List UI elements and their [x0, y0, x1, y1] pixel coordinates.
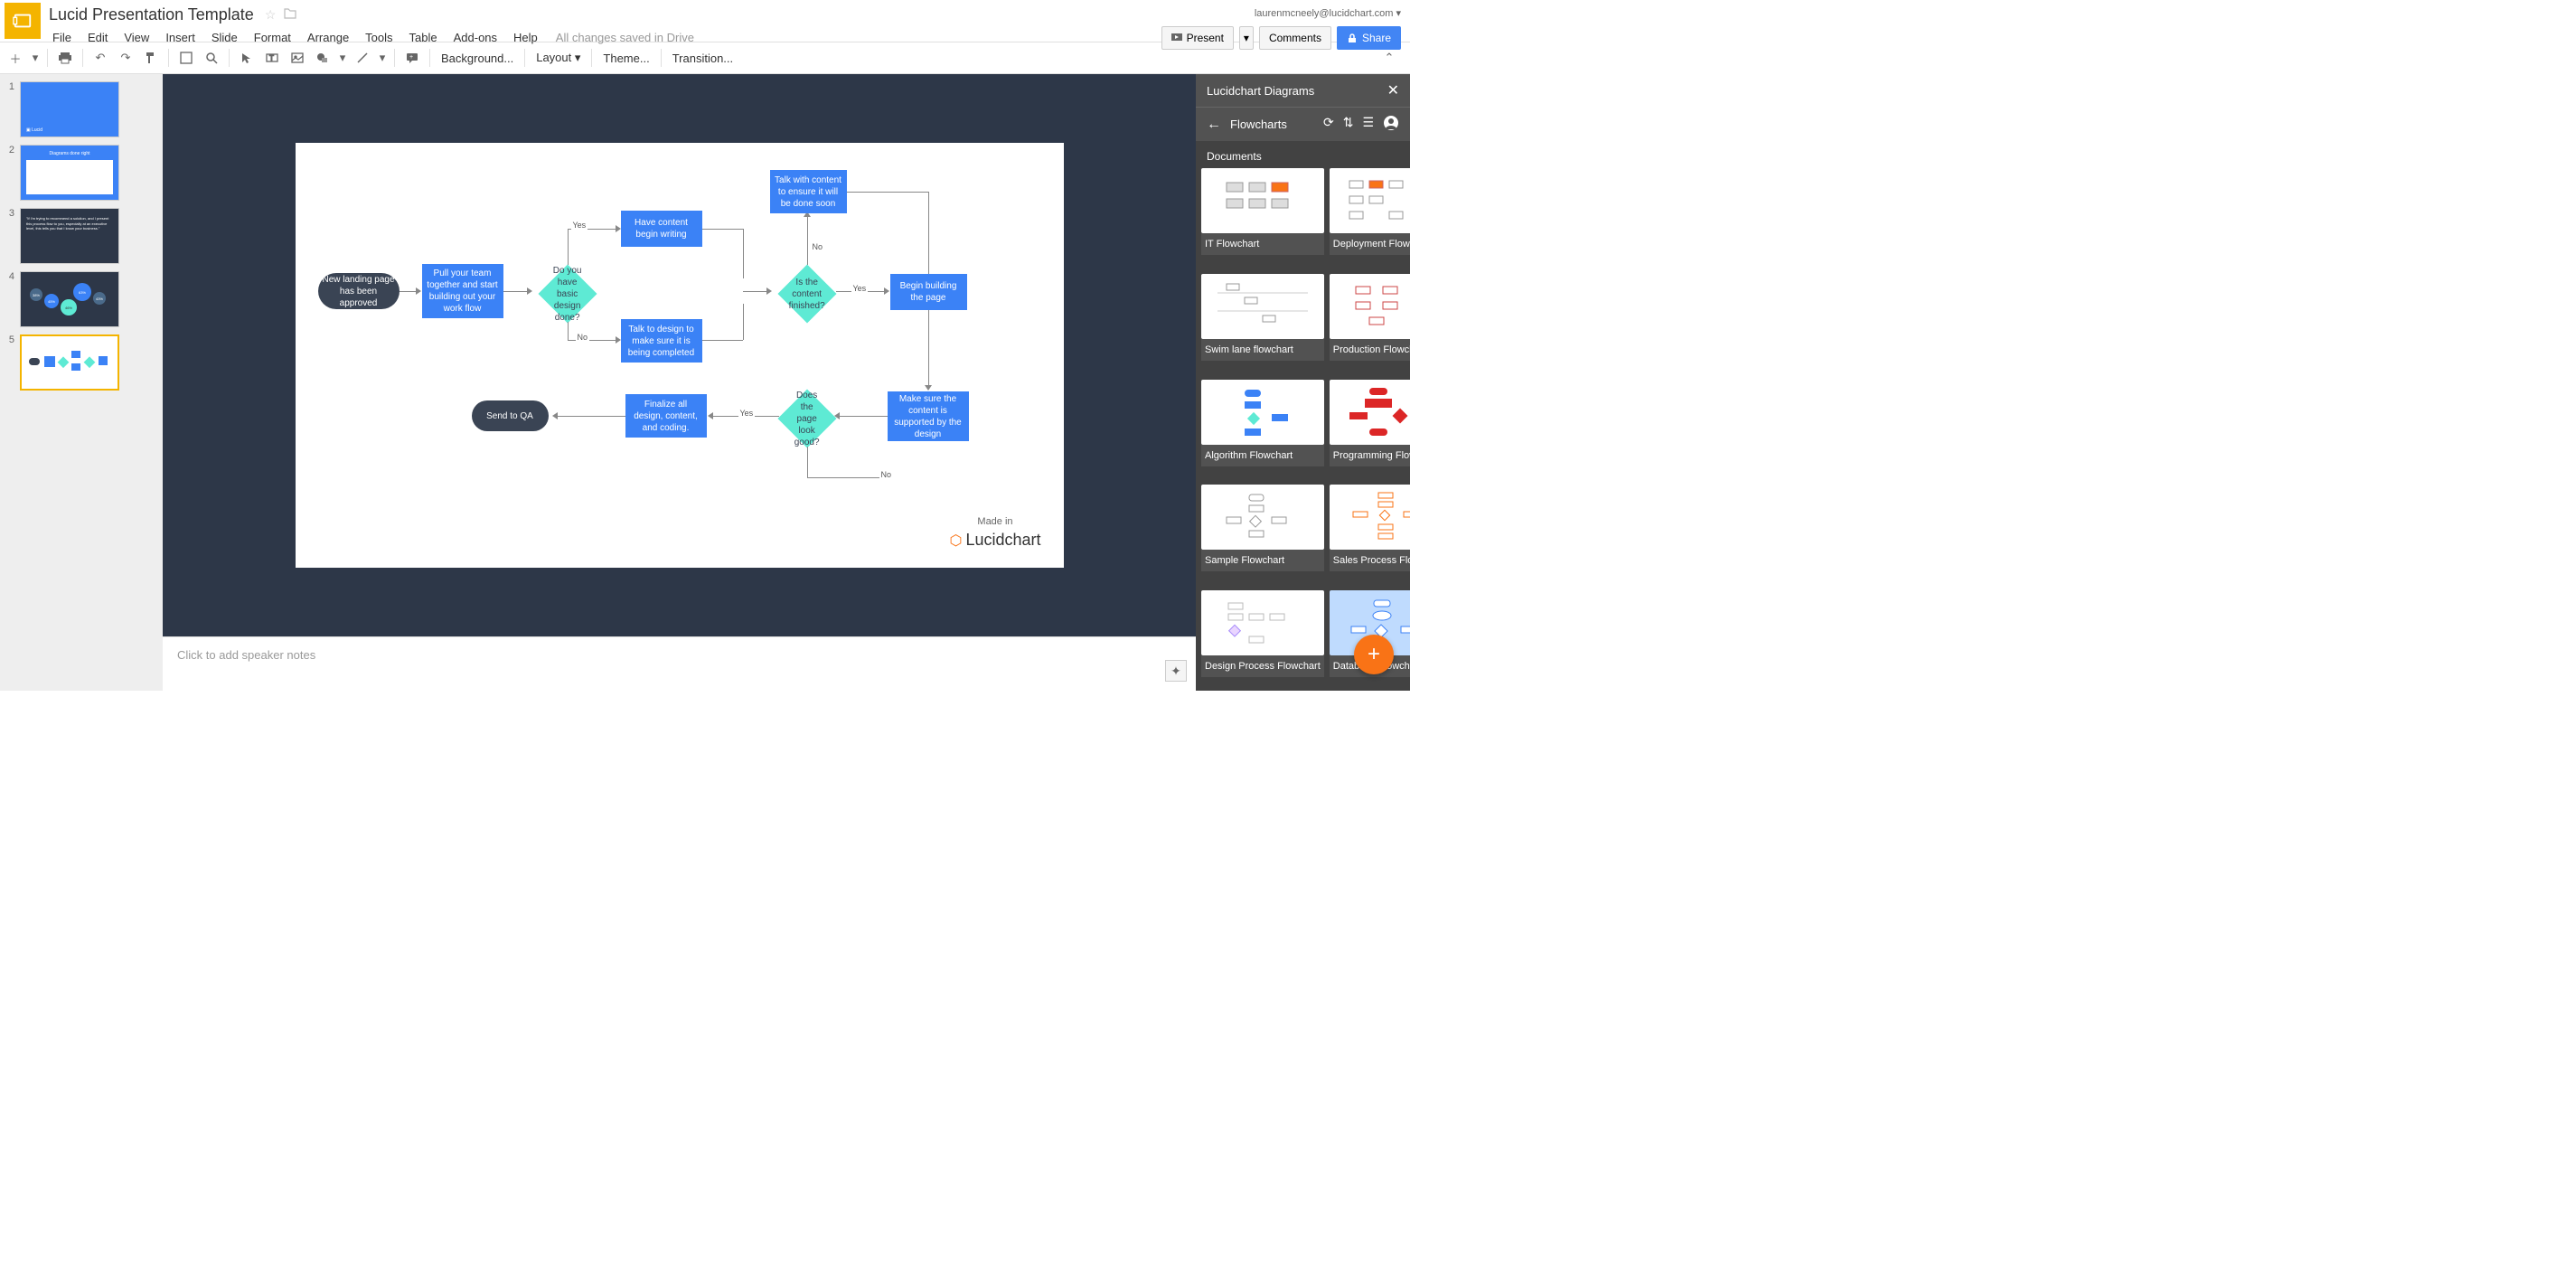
present-dropdown[interactable]: ▾ — [1239, 26, 1254, 50]
edge-label: Yes — [738, 409, 756, 418]
theme-button[interactable]: Theme... — [597, 48, 654, 69]
print-icon[interactable] — [53, 46, 77, 70]
add-diagram-fab[interactable]: + — [1354, 635, 1394, 674]
transition-button[interactable]: Transition... — [667, 48, 738, 69]
menu-format[interactable]: Format — [247, 28, 298, 47]
edge-label: No — [576, 333, 590, 342]
flowchart-decision[interactable]: Is the content finished? — [777, 264, 836, 323]
menu-addons[interactable]: Add-ons — [447, 28, 504, 47]
undo-icon[interactable]: ↶ — [89, 46, 112, 70]
flowchart-decision[interactable]: Do you have basic design done? — [538, 264, 597, 323]
slide-number: 2 — [5, 145, 14, 201]
slide-number: 4 — [5, 271, 14, 327]
flowchart-process[interactable]: Talk with content to ensure it will be d… — [770, 170, 847, 213]
slide-number: 5 — [5, 334, 14, 391]
sort-icon[interactable]: ⇅ — [1343, 115, 1354, 134]
background-button[interactable]: Background... — [436, 48, 519, 69]
menu-slide[interactable]: Slide — [204, 28, 245, 47]
select-tool-icon[interactable] — [235, 46, 259, 70]
redo-icon[interactable]: ↷ — [114, 46, 137, 70]
edge-label: No — [811, 242, 825, 251]
document-item[interactable]: Production Flowchart — [1330, 274, 1410, 374]
new-slide-dropdown[interactable]: ▾ — [29, 46, 42, 70]
lucidchart-sidebar: Lucidchart Diagrams ✕ ← Flowcharts ⟳ ⇅ ☰… — [1196, 74, 1410, 691]
paint-format-icon[interactable] — [139, 46, 163, 70]
slide-thumbnail[interactable]: ▣ Lucid — [20, 81, 119, 137]
menu-tools[interactable]: Tools — [358, 28, 400, 47]
menu-table[interactable]: Table — [402, 28, 445, 47]
slide-panel: 1▣ Lucid 2Diagrams done right 3"If I'm t… — [0, 74, 163, 691]
flowchart-process[interactable]: Make sure the content is supported by th… — [888, 391, 969, 441]
menu-bar: File Edit View Insert Slide Format Arran… — [45, 28, 1152, 47]
menu-help[interactable]: Help — [506, 28, 545, 47]
layout-button[interactable]: Layout ▾ — [531, 47, 586, 69]
flowchart-decision[interactable]: Does the page look good? — [777, 389, 836, 447]
menu-edit[interactable]: Edit — [80, 28, 115, 47]
slides-app-icon[interactable] — [5, 3, 41, 39]
canvas-viewport[interactable]: New landing page has been approved Pull … — [163, 74, 1196, 636]
shape-dropdown[interactable]: ▾ — [336, 46, 349, 70]
flowchart-process[interactable]: Pull your team together and start buildi… — [422, 264, 503, 318]
edge-label: Yes — [571, 221, 588, 230]
menu-arrange[interactable]: Arrange — [300, 28, 356, 47]
sidebar-nav-title: Flowcharts — [1230, 118, 1314, 131]
refresh-icon[interactable]: ⟳ — [1323, 115, 1334, 134]
document-title[interactable]: Lucid Presentation Template — [45, 4, 258, 26]
flowchart-process[interactable]: Begin building the page — [890, 274, 967, 310]
slide-thumbnail[interactable]: "If I'm trying to recommend a solution, … — [20, 208, 119, 264]
slide-thumbnail[interactable] — [20, 334, 119, 391]
document-item[interactable]: Sample Flowchart — [1201, 485, 1324, 585]
flowchart-process[interactable]: Have content begin writing — [621, 211, 702, 247]
document-item[interactable]: Design Process Flowchart — [1201, 590, 1324, 691]
document-item[interactable]: Programming Flowchart — [1330, 380, 1410, 480]
present-button[interactable]: Present — [1161, 26, 1234, 50]
account-icon[interactable] — [1383, 115, 1399, 134]
edge-label: Yes — [851, 284, 869, 293]
document-item[interactable]: IT Flowchart — [1201, 168, 1324, 268]
slide-number: 3 — [5, 208, 14, 264]
comment-icon[interactable]: + — [400, 46, 424, 70]
sidebar-section-label: Documents — [1196, 141, 1410, 168]
svg-text:+: + — [409, 54, 413, 61]
svg-text:T: T — [269, 54, 274, 62]
menu-file[interactable]: File — [45, 28, 79, 47]
list-view-icon[interactable]: ☰ — [1362, 115, 1374, 134]
user-account[interactable]: laurenmcneely@lucidchart.com ▾ — [1255, 7, 1401, 19]
slide-number: 1 — [5, 81, 14, 137]
flowchart-terminator-start[interactable]: New landing page has been approved — [318, 273, 400, 309]
speaker-notes[interactable]: Click to add speaker notes ✦ — [163, 636, 1196, 691]
close-icon[interactable]: ✕ — [1387, 81, 1399, 99]
flowchart-process[interactable]: Talk to design to make sure it is being … — [621, 319, 702, 363]
slide-canvas[interactable]: New landing page has been approved Pull … — [296, 143, 1064, 568]
document-item[interactable]: Swim lane flowchart — [1201, 274, 1324, 374]
line-dropdown[interactable]: ▾ — [376, 46, 389, 70]
line-icon[interactable] — [351, 46, 374, 70]
made-in-lucidchart: Made in ⬡Lucidchart — [949, 516, 1040, 550]
slide-thumbnail[interactable]: 38% 45% 46% 63% 43% — [20, 271, 119, 327]
shape-icon[interactable] — [311, 46, 334, 70]
back-icon[interactable]: ← — [1207, 117, 1221, 133]
image-icon[interactable] — [286, 46, 309, 70]
fit-icon[interactable] — [174, 46, 198, 70]
star-icon[interactable]: ☆ — [265, 7, 277, 23]
flowchart-process[interactable]: Finalize all design, content, and coding… — [625, 394, 707, 438]
flowchart-terminator-end[interactable]: Send to QA — [472, 400, 549, 431]
move-to-folder-icon[interactable] — [283, 7, 297, 23]
save-status: All changes saved in Drive — [556, 31, 694, 44]
slide-thumbnail[interactable]: Diagrams done right — [20, 145, 119, 201]
document-item[interactable]: Sales Process Flowchart — [1330, 485, 1410, 585]
explore-button[interactable]: ✦ — [1165, 660, 1187, 682]
menu-view[interactable]: View — [117, 28, 156, 47]
comments-button[interactable]: Comments — [1259, 26, 1331, 50]
new-slide-button[interactable]: ＋ — [4, 46, 27, 70]
edge-label: No — [879, 470, 894, 479]
collapse-toolbar-icon[interactable]: ⌃ — [1377, 46, 1401, 70]
zoom-icon[interactable] — [200, 46, 223, 70]
document-item[interactable]: Deployment Flowchart — [1330, 168, 1410, 268]
sidebar-panel-title: Lucidchart Diagrams — [1207, 84, 1314, 98]
textbox-icon[interactable]: T — [260, 46, 284, 70]
menu-insert[interactable]: Insert — [158, 28, 202, 47]
document-item[interactable]: Algorithm Flowchart — [1201, 380, 1324, 480]
